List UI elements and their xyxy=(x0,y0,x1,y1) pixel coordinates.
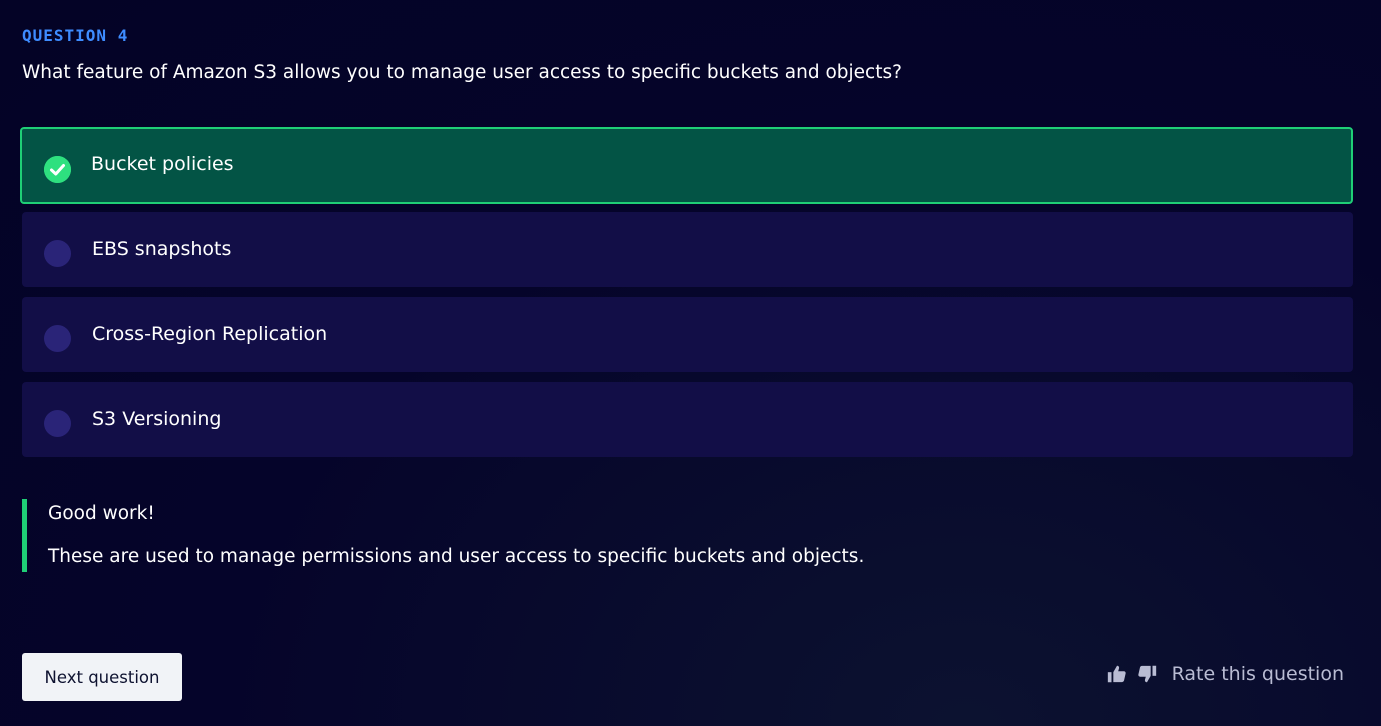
answer-option-label: Cross-Region Replication xyxy=(92,323,328,345)
thumbs-up-icon[interactable] xyxy=(1106,662,1128,686)
check-circle-icon xyxy=(44,156,71,183)
radio-circle-icon xyxy=(44,240,71,267)
rate-question-label: Rate this question xyxy=(1171,663,1344,685)
answer-option-ebs-snapshots[interactable]: EBS snapshots xyxy=(22,212,1353,287)
answer-option-label: Bucket policies xyxy=(91,153,234,175)
thumbs-down-icon[interactable] xyxy=(1136,662,1158,686)
answer-option-cross-region-replication[interactable]: Cross-Region Replication xyxy=(22,297,1353,372)
feedback-body: These are used to manage permissions and… xyxy=(48,546,865,567)
radio-circle-icon xyxy=(44,410,71,437)
question-number-label: QUESTION 4 xyxy=(22,26,129,45)
answer-option-s3-versioning[interactable]: S3 Versioning xyxy=(22,382,1353,457)
feedback-panel: Good work! These are used to manage perm… xyxy=(22,499,864,572)
answer-options: Bucket policies EBS snapshots Cross-Regi… xyxy=(20,127,1353,467)
rate-question: Rate this question xyxy=(1106,662,1344,686)
radio-circle-icon xyxy=(44,325,71,352)
question-text: What feature of Amazon S3 allows you to … xyxy=(22,62,902,83)
next-question-button[interactable]: Next question xyxy=(22,653,182,701)
answer-option-label: EBS snapshots xyxy=(92,238,232,260)
answer-option-bucket-policies[interactable]: Bucket policies xyxy=(20,127,1353,204)
feedback-title: Good work! xyxy=(48,503,155,524)
answer-option-label: S3 Versioning xyxy=(92,408,222,430)
